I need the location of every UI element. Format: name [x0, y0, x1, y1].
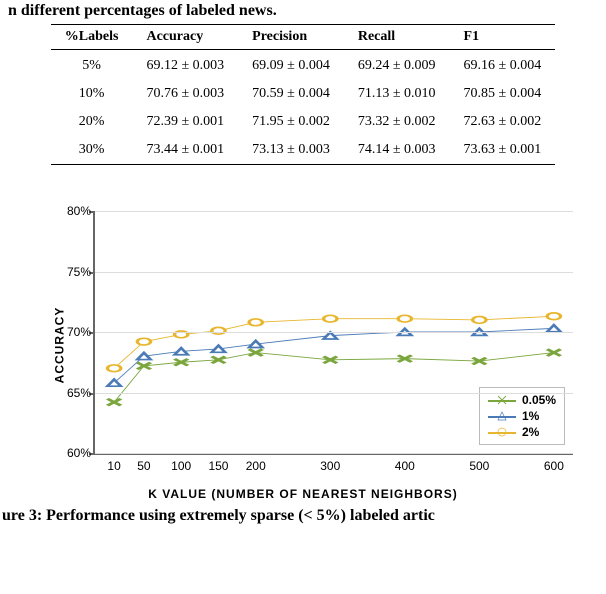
series-marker [249, 319, 262, 326]
table-cell: 30% [51, 136, 133, 165]
table-cell: 71.95 ± 0.002 [238, 108, 344, 136]
series-marker [212, 327, 225, 334]
series-marker [547, 325, 560, 332]
col-recall: Recall [344, 25, 450, 50]
legend-swatch [488, 409, 516, 423]
series-marker [107, 399, 120, 406]
table-cell: 72.63 ± 0.002 [450, 108, 556, 136]
series-marker [324, 315, 337, 322]
table-cell: 73.63 ± 0.001 [450, 136, 556, 165]
gridline [95, 393, 573, 394]
gridline [95, 453, 573, 454]
legend-swatch [488, 393, 516, 407]
metrics-table: %Labels Accuracy Precision Recall F1 5%6… [51, 24, 555, 165]
table-header-row: %Labels Accuracy Precision Recall F1 [51, 25, 555, 50]
series-marker [212, 346, 225, 353]
table-cell: 5% [51, 50, 133, 81]
table-cell: 73.13 ± 0.003 [238, 136, 344, 165]
table-body: 5%69.12 ± 0.00369.09 ± 0.00469.24 ± 0.00… [51, 50, 555, 165]
legend-item: 1% [488, 408, 556, 424]
series-marker [107, 365, 120, 372]
page-root: n different percentages of labeled news.… [0, 0, 606, 525]
table-row: 5%69.12 ± 0.00369.09 ± 0.00469.24 ± 0.00… [51, 50, 555, 81]
plot-area: 0.05%1%2% 60%65%70%75%80%105010015020030… [93, 211, 573, 455]
table-cell: 72.39 ± 0.001 [132, 108, 238, 136]
table-cell: 69.16 ± 0.004 [450, 50, 556, 81]
col-precision: Precision [238, 25, 344, 50]
xtick-label: 500 [469, 459, 489, 473]
xtick-label: 50 [137, 459, 150, 473]
table-cell: 20% [51, 108, 133, 136]
series-marker [547, 313, 560, 320]
series-marker [398, 315, 411, 322]
xtick-label: 400 [395, 459, 415, 473]
ytick-label: 60% [55, 446, 91, 460]
table-cell: 70.59 ± 0.004 [238, 80, 344, 108]
table-cell: 69.09 ± 0.004 [238, 50, 344, 81]
table-cell: 71.13 ± 0.010 [344, 80, 450, 108]
table-row: 30%73.44 ± 0.00173.13 ± 0.00374.14 ± 0.0… [51, 136, 555, 165]
xtick-label: 100 [171, 459, 191, 473]
chart: ACCURACY 0.05% 1% 2% 60% 65% 70% 75% 80% 10 50 10… [23, 205, 583, 501]
caption-fragment-bottom: ure 3: Performance using extremely spars… [0, 501, 606, 525]
ytick-label: 80% [55, 204, 91, 218]
gridline [95, 332, 573, 333]
col-f1: F1 [450, 25, 556, 50]
series-marker [473, 317, 486, 324]
series-marker [137, 338, 150, 345]
table-cell: 74.14 ± 0.003 [344, 136, 450, 165]
x-axis-label: K VALUE (NUMBER OF NEAREST NEIGHBORS) [23, 487, 583, 501]
y-axis-label: ACCURACY [52, 307, 66, 384]
ytick-label: 75% [55, 265, 91, 279]
caption-fragment-top: n different percentages of labeled news. [0, 0, 606, 24]
table-cell: 69.24 ± 0.009 [344, 50, 450, 81]
col-accuracy: Accuracy [132, 25, 238, 50]
series-marker [249, 341, 262, 348]
series-marker [137, 353, 150, 360]
chart-area: ACCURACY 0.05% 1% 2% 60% 65% 70% 75% 80% 10 50 10… [23, 205, 583, 485]
gridline [95, 211, 573, 212]
table-cell: 73.44 ± 0.001 [132, 136, 238, 165]
table-row: 20%72.39 ± 0.00171.95 ± 0.00273.32 ± 0.0… [51, 108, 555, 136]
table-row: 10%70.76 ± 0.00370.59 ± 0.00471.13 ± 0.0… [51, 80, 555, 108]
xtick-label: 10 [107, 459, 120, 473]
xtick-label: 200 [246, 459, 266, 473]
legend-item: 2% [488, 424, 556, 440]
series-marker [249, 349, 262, 356]
col-labels: %Labels [51, 25, 133, 50]
legend-label: 2% [522, 425, 539, 439]
ytick-label: 70% [55, 325, 91, 339]
xtick-label: 150 [208, 459, 228, 473]
table-cell: 70.76 ± 0.003 [132, 80, 238, 108]
xtick-label: 300 [320, 459, 340, 473]
legend-item: 0.05% [488, 392, 556, 408]
series-marker [547, 349, 560, 356]
table-cell: 73.32 ± 0.002 [344, 108, 450, 136]
legend-label: 1% [522, 409, 539, 423]
series-marker [107, 379, 120, 386]
series-marker [137, 362, 150, 369]
legend-label: 0.05% [522, 393, 556, 407]
gridline [95, 272, 573, 273]
series-marker [324, 332, 337, 339]
xtick-label: 600 [544, 459, 564, 473]
ytick-label: 65% [55, 386, 91, 400]
legend-swatch [488, 425, 516, 439]
series-marker [175, 348, 188, 355]
legend: 0.05% 1% 2% [479, 387, 565, 445]
table-cell: 69.12 ± 0.003 [132, 50, 238, 81]
table-cell: 10% [51, 80, 133, 108]
table-cell: 70.85 ± 0.004 [450, 80, 556, 108]
